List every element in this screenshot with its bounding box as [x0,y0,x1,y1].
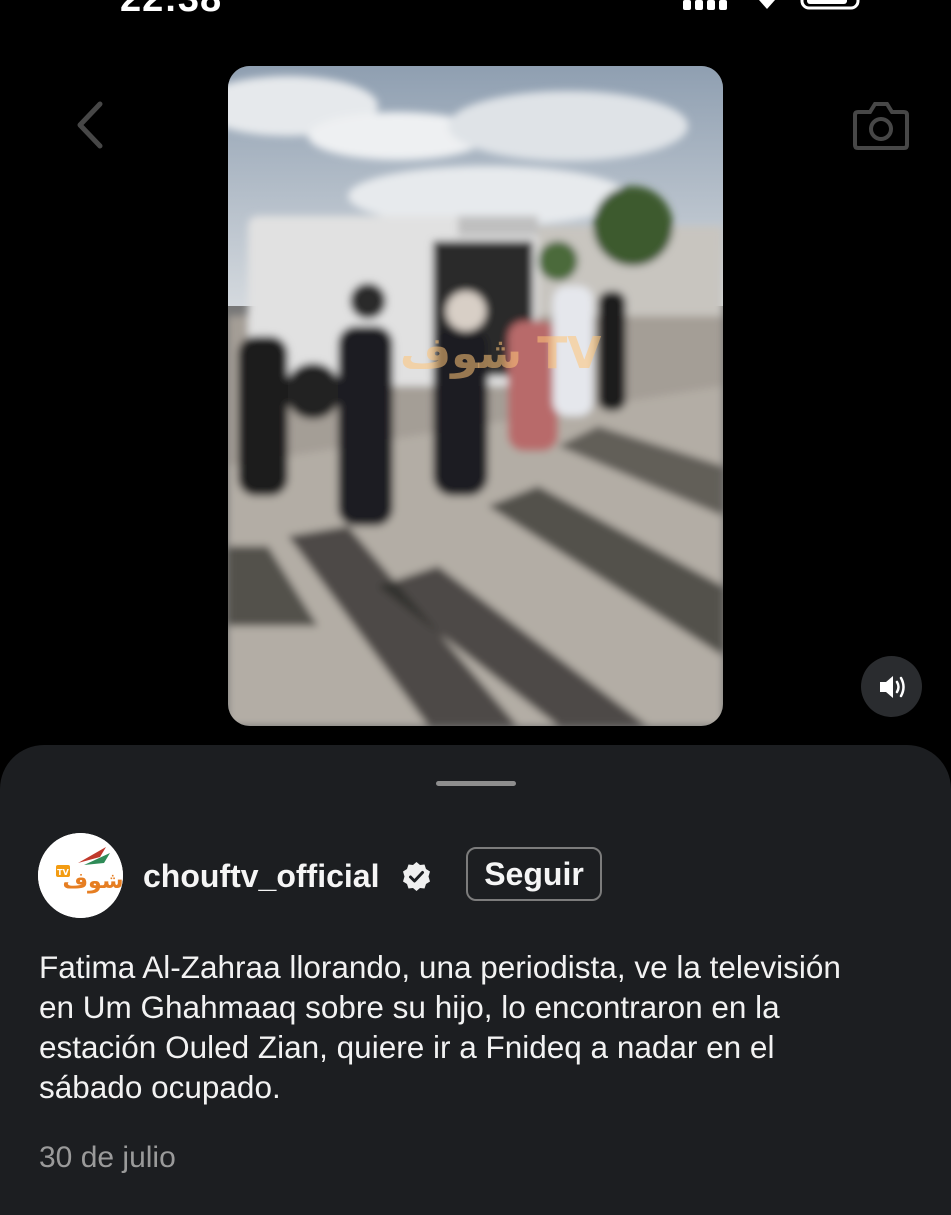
cellular-signal-icon [683,0,727,10]
battery-icon [800,0,860,10]
video-player[interactable]: شوف TV [228,66,723,726]
status-bar: 22:38 [0,0,951,20]
speaker-on-icon [879,675,905,698]
wifi-icon [759,0,775,9]
status-time: 22:38 [120,0,222,21]
post-caption: Fatima Al-Zahraa llorando, una periodist… [39,947,924,1107]
verified-badge-icon [403,862,430,891]
chevron-left-icon[interactable] [70,100,110,150]
post-date: 30 de julio [39,1141,176,1174]
follow-button[interactable]: Seguir [466,847,602,901]
caption-line: estación Ouled Zian, quiere ir a Fnideq … [39,1029,775,1065]
svg-text:شوف: شوف [63,869,123,894]
video-watermark: شوف TV [400,328,602,379]
post-info-sheet: TV شوف chouftv_official Seguir Fatima Al… [0,745,951,1215]
video-frame-image [228,66,723,726]
caption-line: sábado ocupado. [39,1069,281,1105]
caption-line: en Um Ghahmaaq sobre su hijo, lo encontr… [39,989,780,1025]
username[interactable]: chouftv_official [143,856,379,896]
caption-line: Fatima Al-Zahraa llorando, una periodist… [39,949,841,985]
drag-handle[interactable] [436,781,516,786]
camera-icon[interactable] [852,98,910,152]
avatar[interactable]: TV شوف [38,833,123,918]
sound-toggle-button[interactable] [861,656,922,717]
chouftv-logo-icon: TV شوف [38,833,123,918]
